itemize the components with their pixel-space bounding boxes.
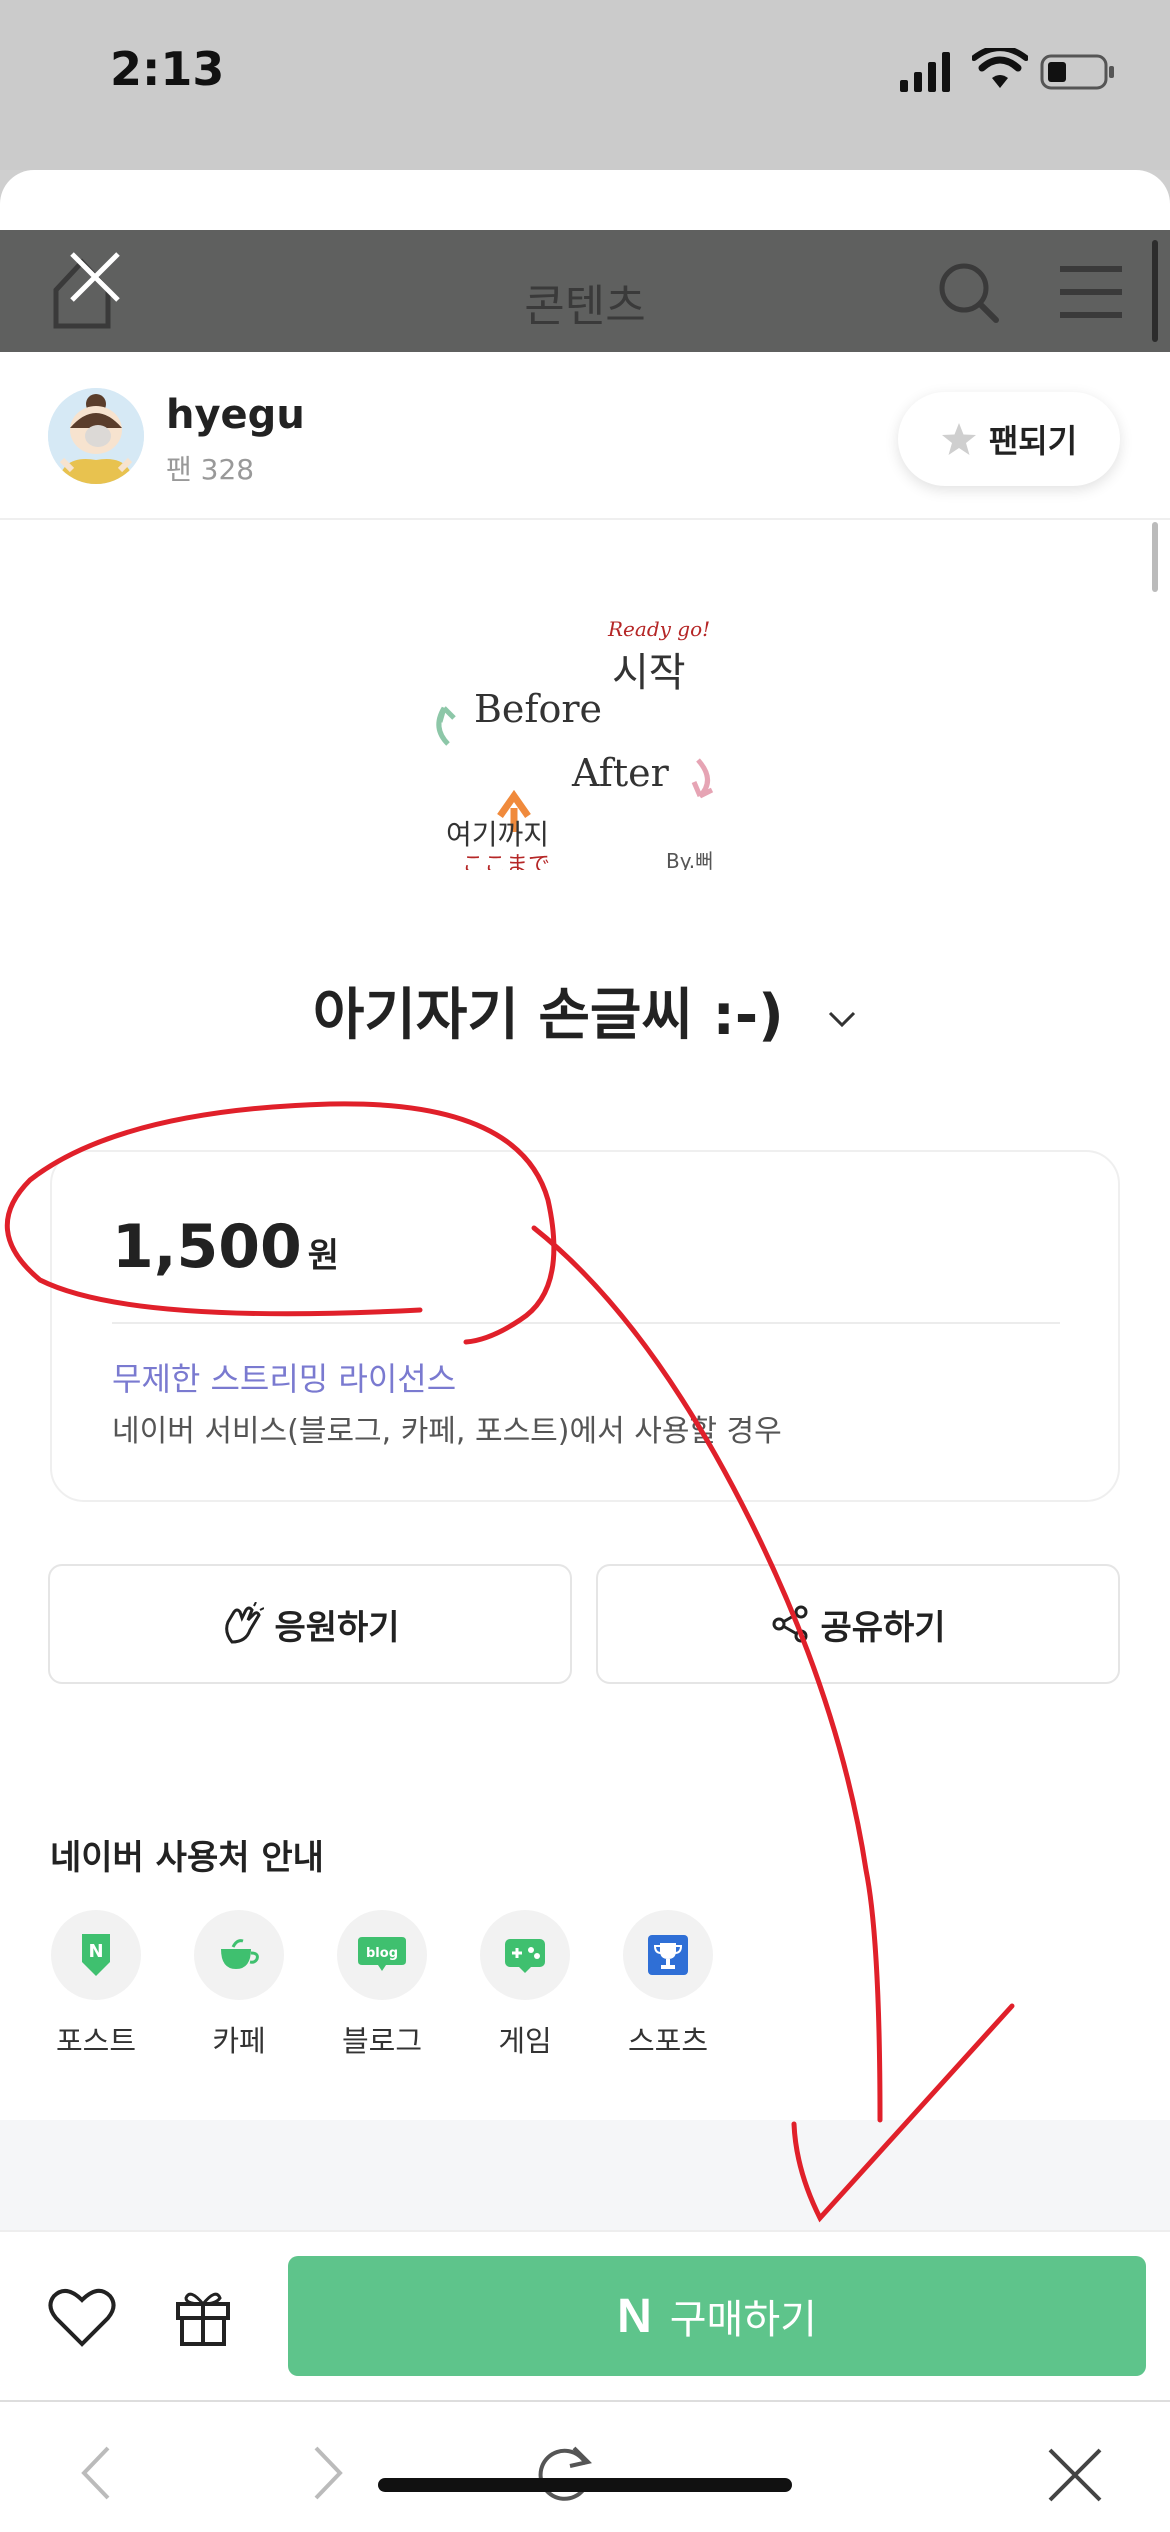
page-scrollbar[interactable] <box>1152 522 1158 592</box>
fan-count: 팬 328 <box>166 453 255 486</box>
price: 1,500 원 <box>112 1212 339 1282</box>
blog-icon: blog <box>358 1937 406 1971</box>
handwriting-artwork: Ready go! 시작 Before After 여기까지 ここまで By.뻐 <box>436 617 713 878</box>
usage-item-label: 게임 <box>498 2024 552 2058</box>
product-title-text: 아기자기 손글씨 :-) <box>312 983 784 1048</box>
purchase-label: 구매하기 <box>669 2297 817 2343</box>
price-card: 1,500 원 무제한 스트리밍 라이선스 네이버 서비스(블로그, 카페, 포스… <box>50 1150 1120 1502</box>
svg-text:시작: 시작 <box>612 650 686 696</box>
sports-icon <box>648 1935 688 1975</box>
usage-item-game[interactable]: 게임 <box>465 1910 585 2060</box>
nav-scroll-indicator <box>1152 240 1158 342</box>
usage-item-label: 포스트 <box>55 2024 137 2058</box>
home-indicator[interactable] <box>378 2478 792 2492</box>
clap-icon <box>225 1602 265 1644</box>
license-description: 네이버 서비스(블로그, 카페, 포스트)에서 사용할 경우 <box>112 1414 782 1449</box>
cheer-button[interactable]: 응원하기 <box>48 1564 572 1684</box>
post-icon: N <box>82 1934 110 1976</box>
chevron-down-icon[interactable] <box>827 1009 857 1029</box>
usage-guide-title: 네이버 사용처 안내 <box>50 1838 324 1878</box>
svg-text:After: After <box>571 751 670 795</box>
battery-icon <box>1040 54 1114 90</box>
share-label: 공유하기 <box>820 1607 946 1648</box>
wifi-icon <box>972 48 1028 88</box>
content-sheet: 콘텐츠 hyegu 팬 328 팬되기 Ready go! 시작 Before … <box>0 170 1170 2532</box>
price-unit: 원 <box>307 1236 340 1276</box>
share-icon <box>772 1605 808 1643</box>
refresh-icon[interactable] <box>534 2440 598 2504</box>
usage-item-post[interactable]: N 포스트 <box>36 1910 156 2060</box>
gift-icon[interactable] <box>174 2284 232 2346</box>
creator-name[interactable]: hyegu <box>166 392 305 438</box>
price-value: 1,500 <box>112 1212 302 1282</box>
game-icon <box>505 1939 545 1973</box>
purchase-bar: N 구매하기 <box>0 2230 1170 2400</box>
product-title[interactable]: 아기자기 손글씨 :-) <box>0 970 1170 1051</box>
svg-text:blog: blog <box>366 1946 398 1961</box>
heart-icon[interactable] <box>48 2286 116 2348</box>
usage-item-sports[interactable]: 스포츠 <box>608 1910 728 2060</box>
usage-item-label: 카페 <box>212 2024 266 2058</box>
usage-item-blog[interactable]: blog 블로그 <box>322 1910 442 2060</box>
usage-item-cafe[interactable]: 카페 <box>179 1910 299 2060</box>
avatar[interactable] <box>48 388 144 484</box>
svg-text:Ready go!: Ready go! <box>607 617 710 641</box>
svg-text:N: N <box>88 1941 103 1962</box>
back-icon[interactable] <box>78 2444 112 2502</box>
status-bar: 2:13 <box>0 0 1170 170</box>
content-thumbnail[interactable]: Ready go! 시작 Before After 여기까지 ここまで By.뻐 <box>420 610 740 878</box>
browser-toolbar <box>0 2400 1170 2532</box>
cheer-label: 응원하기 <box>274 1607 400 1648</box>
creator-profile: hyegu 팬 328 팬되기 <box>0 352 1170 520</box>
avatar-illustration <box>48 388 144 484</box>
usage-item-label: 블로그 <box>341 2024 423 2058</box>
price-divider <box>112 1322 1060 1324</box>
become-fan-button[interactable]: 팬되기 <box>898 392 1120 486</box>
become-fan-label: 팬되기 <box>988 422 1078 460</box>
license-name[interactable]: 무제한 스트리밍 라이선스 <box>112 1354 456 1400</box>
svg-text:여기까지: 여기까지 <box>446 818 549 851</box>
signal-icon <box>900 52 950 92</box>
status-time: 2:13 <box>110 42 225 96</box>
forward-icon[interactable] <box>312 2444 346 2502</box>
section-separator <box>0 2120 1170 2230</box>
close-browser-icon[interactable] <box>1046 2446 1104 2504</box>
menu-icon[interactable] <box>1060 266 1122 318</box>
cafe-icon <box>221 1939 259 1969</box>
svg-text:ここまで: ここまで <box>462 853 550 870</box>
star-icon <box>941 423 976 455</box>
search-icon[interactable] <box>936 260 1000 324</box>
share-button[interactable]: 공유하기 <box>596 1564 1120 1684</box>
svg-text:By.뻐: By.뻐 <box>666 849 713 870</box>
top-nav-bar: 콘텐츠 <box>0 230 1170 352</box>
svg-text:Before: Before <box>474 687 602 731</box>
usage-item-label: 스포츠 <box>627 2024 709 2058</box>
naver-n-icon: N <box>617 2289 652 2343</box>
purchase-button[interactable]: N 구매하기 <box>288 2256 1146 2376</box>
